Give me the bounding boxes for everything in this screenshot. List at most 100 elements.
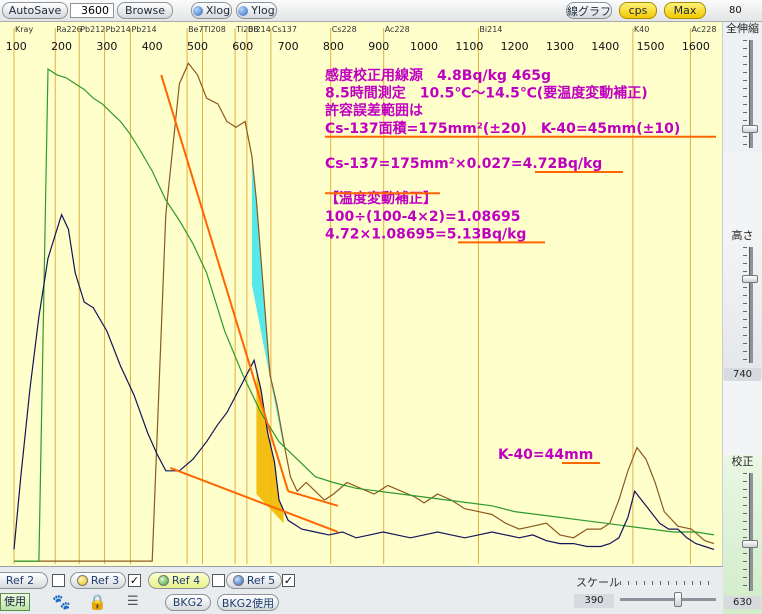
right-control-panel: 全伸縮 高さ 740 校正 630	[723, 22, 762, 614]
ref5-label: Ref 5	[246, 574, 276, 587]
spectrum-window: AutoSave 3600 Browse Xlog Ylog 線グラフ cps …	[0, 0, 762, 614]
xlog-button[interactable]: Xlog	[191, 2, 232, 19]
list-icon[interactable]: ☰	[127, 594, 139, 610]
annotation-line: 許容誤差範囲は	[325, 102, 423, 119]
x-tick-label: 1400	[591, 40, 619, 53]
ref2-checkbox[interactable]	[52, 574, 65, 587]
nuclide-marker-label: Ac228	[691, 25, 716, 34]
calibration-slider-thumb[interactable]	[742, 540, 758, 548]
xlog-radio-icon	[192, 5, 203, 16]
annotation-line: 8.5時間測定 10.5℃～14.5℃(要温度変動補正)	[325, 85, 648, 102]
height-slider-thumb[interactable]	[742, 275, 758, 283]
ref3-label: Ref 3	[90, 574, 120, 587]
bkg2-use-button[interactable]: BKG2使用	[217, 594, 279, 611]
cps-button[interactable]: cps	[619, 2, 657, 19]
nuclide-marker-label: Cs137	[272, 25, 297, 34]
scale-value: 390	[574, 594, 614, 608]
fullwidth-label: 全伸縮	[726, 22, 759, 35]
toolbar: AutoSave 3600 Browse Xlog Ylog 線グラフ cps …	[0, 0, 762, 22]
scale-track	[620, 598, 716, 601]
nuclide-marker-label: Bi214	[248, 25, 271, 34]
annotation-line: 感度校正用線源 4.8Bq/kg 465g	[325, 67, 551, 84]
x-tick-label: 1100	[455, 40, 483, 53]
ref3-checkbox[interactable]: ✓	[128, 574, 141, 587]
bkg2-label: BKG2	[172, 596, 204, 609]
nuclide-marker-label: Pb214	[131, 25, 156, 34]
spectrum-chart[interactable]: KrayRa226Pb212Pb214Pb214Be7Tl208Tl208Bi2…	[0, 22, 722, 566]
bkg2-button[interactable]: BKG2	[165, 594, 211, 611]
calibration-value: 630	[724, 596, 761, 609]
nuclide-marker-label: K40	[634, 25, 649, 34]
x-tick-label: 1600	[682, 40, 710, 53]
nuclide-marker-label: Pb212	[80, 25, 105, 34]
ref3-color-icon	[76, 575, 88, 586]
calibration-ticks	[743, 473, 747, 589]
ylog-radio-icon	[238, 5, 249, 16]
use-button[interactable]: 使用	[0, 593, 30, 611]
nuclide-marker-label: Kray	[15, 25, 33, 34]
ref2-button[interactable]: Ref 2	[0, 572, 48, 589]
x-tick-label: 1000	[410, 40, 438, 53]
scale-slider-thumb[interactable]	[674, 592, 682, 607]
ref2-label: Ref 2	[5, 574, 35, 587]
bottom-control-panel: Ref 2 Ref 3 ✓ Ref 4 Ref 5 ✓ 使用 🐾 🔒 ☰ BKG…	[0, 566, 723, 614]
fullwidth-slider-thumb[interactable]	[742, 125, 758, 133]
browse-button[interactable]: Browse	[117, 2, 173, 19]
ref5-color-icon	[232, 575, 244, 586]
scale-label: スケール	[576, 576, 620, 589]
height-ticks	[743, 247, 747, 361]
x-tick-label: 1200	[501, 40, 529, 53]
x-tick-label: 900	[368, 40, 389, 53]
x-tick-label: 100	[6, 40, 27, 53]
k40-annotation: K-40=44mm	[498, 447, 593, 463]
xlog-label: Xlog	[205, 4, 231, 17]
x-tick-label: 600	[232, 40, 253, 53]
height-value: 740	[724, 368, 761, 381]
max-button[interactable]: Max	[664, 2, 706, 19]
nuclide-marker-label: Ac228	[385, 25, 410, 34]
height-label: 高さ	[731, 229, 754, 242]
height-section: 高さ 740	[723, 229, 762, 381]
x-tick-label: 800	[323, 40, 344, 53]
ref4-color-icon	[157, 575, 169, 586]
calibration-label: 校正	[731, 455, 754, 468]
ref5-button[interactable]: Ref 5	[226, 572, 282, 589]
x-tick-label: 1300	[546, 40, 574, 53]
spectrum-plot[interactable]: KrayRa226Pb212Pb214Pb214Be7Tl208Tl208Bi2…	[0, 22, 722, 566]
annotation-line: Cs-137=175mm²×0.027=4.72Bq/kg	[325, 156, 602, 172]
line-graph-button[interactable]: 線グラフ	[566, 2, 612, 19]
ref3-button[interactable]: Ref 3	[70, 572, 126, 589]
autosave-interval-input[interactable]: 3600	[70, 3, 114, 18]
x-tick-label: 400	[142, 40, 163, 53]
top-scale-value: 80	[729, 5, 742, 16]
x-tick-label: 700	[278, 40, 299, 53]
scale-ticks	[620, 581, 716, 585]
ref4-label: Ref 4	[171, 574, 201, 587]
calibration-track	[749, 473, 753, 591]
x-tick-label: 500	[187, 40, 208, 53]
x-tick-label: 200	[51, 40, 72, 53]
ylog-label: Ylog	[251, 4, 275, 17]
nuclide-marker-label: Bi214	[479, 25, 502, 34]
fullwidth-section: 全伸縮	[723, 22, 762, 152]
bkg2-use-label: BKG2使用	[221, 596, 275, 610]
x-tick-label: 1500	[637, 40, 665, 53]
nuclide-marker-label: Pb214	[106, 25, 131, 34]
annotation-line: 100÷(100-4×2)=1.08695	[325, 209, 521, 225]
ylog-button[interactable]: Ylog	[236, 2, 277, 19]
ref5-checkbox[interactable]: ✓	[282, 574, 295, 587]
nuclide-marker-label: Tl208	[202, 25, 225, 34]
nuclide-marker-label: Ra226	[56, 25, 82, 34]
annotation-line: Cs-137面積=175mm²(±20) K-40=45mm(±10)	[325, 120, 680, 137]
nuclide-marker-label: Cs228	[332, 25, 357, 34]
ref4-checkbox[interactable]	[212, 574, 225, 587]
calibration-section: 校正 630	[723, 455, 762, 614]
ref4-button[interactable]: Ref 4	[148, 572, 210, 589]
x-tick-label: 300	[96, 40, 117, 53]
height-track	[749, 247, 753, 363]
paw-icon[interactable]: 🐾	[52, 594, 71, 610]
nuclide-marker-label: Be7	[188, 25, 204, 34]
annotation-line: 4.72×1.08695=5.13Bq/kg	[325, 226, 526, 242]
autosave-button[interactable]: AutoSave	[2, 2, 68, 19]
lock-icon[interactable]: 🔒	[88, 594, 107, 610]
